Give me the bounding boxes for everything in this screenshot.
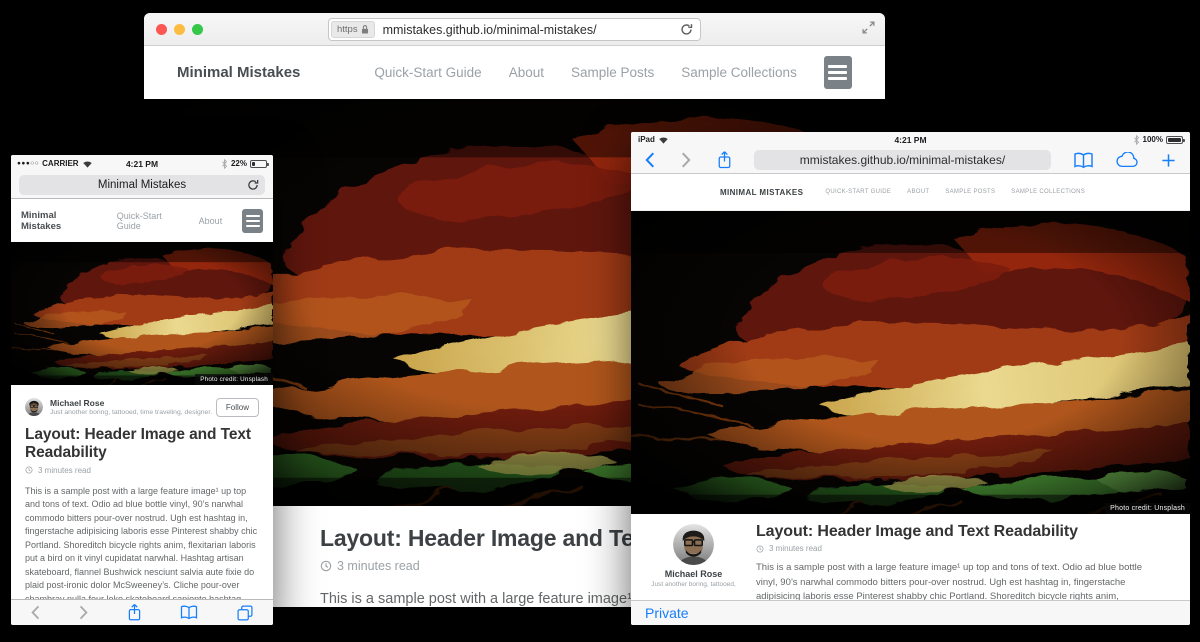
nav-link-quick-start-guide[interactable]: QUICK-START GUIDE: [825, 189, 891, 195]
battery-percent: 100%: [1143, 135, 1163, 144]
https-label: https: [337, 24, 358, 35]
read-time: 3 minutes read: [38, 466, 91, 475]
address-bar[interactable]: https mmistakes.github.io/minimal-mistak…: [328, 18, 701, 41]
author-row: Michael Rose Just another boring, tattoo…: [25, 398, 259, 417]
status-time: 4:21 PM: [631, 135, 1190, 145]
bluetooth-icon: [221, 159, 228, 169]
ipad-site-masthead: MINIMAL MISTAKES QUICK-START GUIDE ABOUT…: [631, 174, 1190, 211]
lock-icon: [361, 24, 369, 35]
nav-link-about[interactable]: ABOUT: [907, 189, 929, 195]
window-controls: [156, 24, 203, 35]
site-title-link[interactable]: Minimal Mistakes: [177, 64, 300, 81]
ipad-safari-window: iPad 4:21 PM 100% mmistakes.github.io/mi…: [631, 132, 1190, 625]
avatar-portrait: [25, 398, 43, 416]
dried-leaves-photo: [631, 211, 1190, 514]
read-time: 3 minutes read: [337, 559, 420, 573]
iphone-status-bar: ●●●○○ CARRIER 4:21 PM 22%: [11, 155, 273, 172]
battery-icon: [1166, 136, 1183, 144]
author-bio: Just another boring, tattooed,: [651, 581, 736, 588]
desktop-site-masthead: Minimal Mistakes Quick-Start Guide About…: [144, 46, 885, 99]
clock-icon: [320, 560, 332, 572]
photo-credit-badge: Photo credit: Unsplash: [1105, 503, 1190, 514]
post-title: Layout: Header Image and Text Readabilit…: [756, 523, 1148, 541]
iphone-address-field[interactable]: Minimal Mistakes: [19, 175, 265, 195]
composite-background: https mmistakes.github.io/minimal-mistak…: [0, 0, 1200, 642]
iphone-post-content: Michael Rose Just another boring, tattoo…: [11, 385, 273, 625]
nav-link-quick-start-guide[interactable]: Quick-Start Guide: [374, 65, 481, 80]
minimize-window-button[interactable]: [174, 24, 185, 35]
ipad-toolbar: mmistakes.github.io/minimal-mistakes/: [631, 147, 1190, 174]
post-meta: 3 minutes read: [756, 544, 1148, 553]
reload-icon[interactable]: [680, 23, 693, 36]
tabs-icon[interactable]: [237, 605, 253, 621]
iphone-site-masthead: Minimal Mistakes Quick-Start Guide About: [11, 199, 273, 242]
back-icon[interactable]: [31, 605, 40, 620]
iphone-url-title: Minimal Mistakes: [98, 179, 186, 191]
iphone-safari-window: ●●●○○ CARRIER 4:21 PM 22% Minimal Mistak…: [11, 155, 273, 625]
iphone-url-row: Minimal Mistakes: [11, 172, 273, 199]
ipad-address-field[interactable]: mmistakes.github.io/minimal-mistakes/: [754, 150, 1051, 170]
private-label[interactable]: Private: [645, 605, 689, 621]
dried-leaves-photo: [11, 242, 273, 385]
read-time: 3 minutes read: [769, 544, 822, 553]
menu-toggle-button[interactable]: [242, 209, 263, 233]
new-tab-icon[interactable]: [1161, 153, 1176, 168]
author-bio: Just another boring, tattooed, time trav…: [50, 409, 216, 416]
menu-toggle-button[interactable]: [824, 56, 852, 89]
share-icon[interactable]: [127, 603, 142, 622]
bookmarks-icon[interactable]: [1073, 152, 1094, 169]
avatar-portrait: [673, 524, 714, 565]
desktop-browser-chrome: https mmistakes.github.io/minimal-mistak…: [144, 13, 885, 46]
nav-link-sample-posts[interactable]: Sample Posts: [571, 65, 654, 80]
back-icon[interactable]: [645, 152, 655, 168]
nav-link-about[interactable]: About: [509, 65, 544, 80]
https-badge: https: [331, 21, 375, 38]
nav-link-sample-collections[interactable]: Sample Collections: [681, 65, 797, 80]
icloud-tabs-icon[interactable]: [1116, 152, 1139, 168]
nav-link-about[interactable]: About: [199, 216, 223, 226]
site-title-link[interactable]: MINIMAL MISTAKES: [720, 188, 803, 197]
feature-image: Photo credit: Unsplash: [631, 211, 1190, 514]
bluetooth-icon: [1133, 135, 1140, 145]
share-icon[interactable]: [717, 150, 732, 170]
fullscreen-expand-icon[interactable]: [862, 21, 875, 34]
clock-icon: [25, 466, 33, 474]
forward-icon[interactable]: [79, 605, 88, 620]
feature-image: Photo credit: Unsplash: [11, 242, 273, 385]
nav-link-sample-posts[interactable]: SAMPLE POSTS: [945, 189, 995, 195]
post-title: Layout: Header Image and Text Readabilit…: [25, 426, 259, 462]
follow-button[interactable]: Follow: [216, 398, 259, 417]
author-name: Michael Rose: [50, 398, 216, 408]
author-avatar: [25, 398, 43, 416]
reload-icon[interactable]: [247, 179, 259, 191]
zoom-window-button[interactable]: [192, 24, 203, 35]
url-text: mmistakes.github.io/minimal-mistakes/: [375, 23, 680, 37]
author-name: Michael Rose: [665, 569, 723, 579]
nav-link-quick-start-guide[interactable]: Quick-Start Guide: [117, 211, 179, 231]
forward-icon[interactable]: [681, 152, 691, 168]
post-paragraph-1: This is a sample post with a large featu…: [25, 485, 259, 607]
photo-credit-badge: Photo credit: Unsplash: [195, 374, 273, 385]
ipad-status-bar: iPad 4:21 PM 100%: [631, 132, 1190, 147]
ipad-url-text: mmistakes.github.io/minimal-mistakes/: [800, 153, 1005, 167]
ipad-post-content: Michael Rose Just another boring, tattoo…: [631, 514, 1190, 609]
battery-icon: [250, 160, 267, 168]
close-window-button[interactable]: [156, 24, 167, 35]
iphone-bottom-toolbar: [11, 599, 273, 625]
clock-icon: [756, 545, 764, 553]
author-sidebar: Michael Rose Just another boring, tattoo…: [631, 523, 756, 609]
bookmarks-icon[interactable]: [180, 605, 198, 620]
author-avatar: [673, 524, 714, 565]
nav-link-sample-collections[interactable]: SAMPLE COLLECTIONS: [1011, 189, 1085, 195]
battery-percent: 22%: [231, 159, 247, 168]
site-title-link[interactable]: Minimal Mistakes: [21, 210, 89, 232]
private-browsing-bar: Private: [631, 600, 1190, 625]
post-meta: 3 minutes read: [25, 466, 259, 475]
